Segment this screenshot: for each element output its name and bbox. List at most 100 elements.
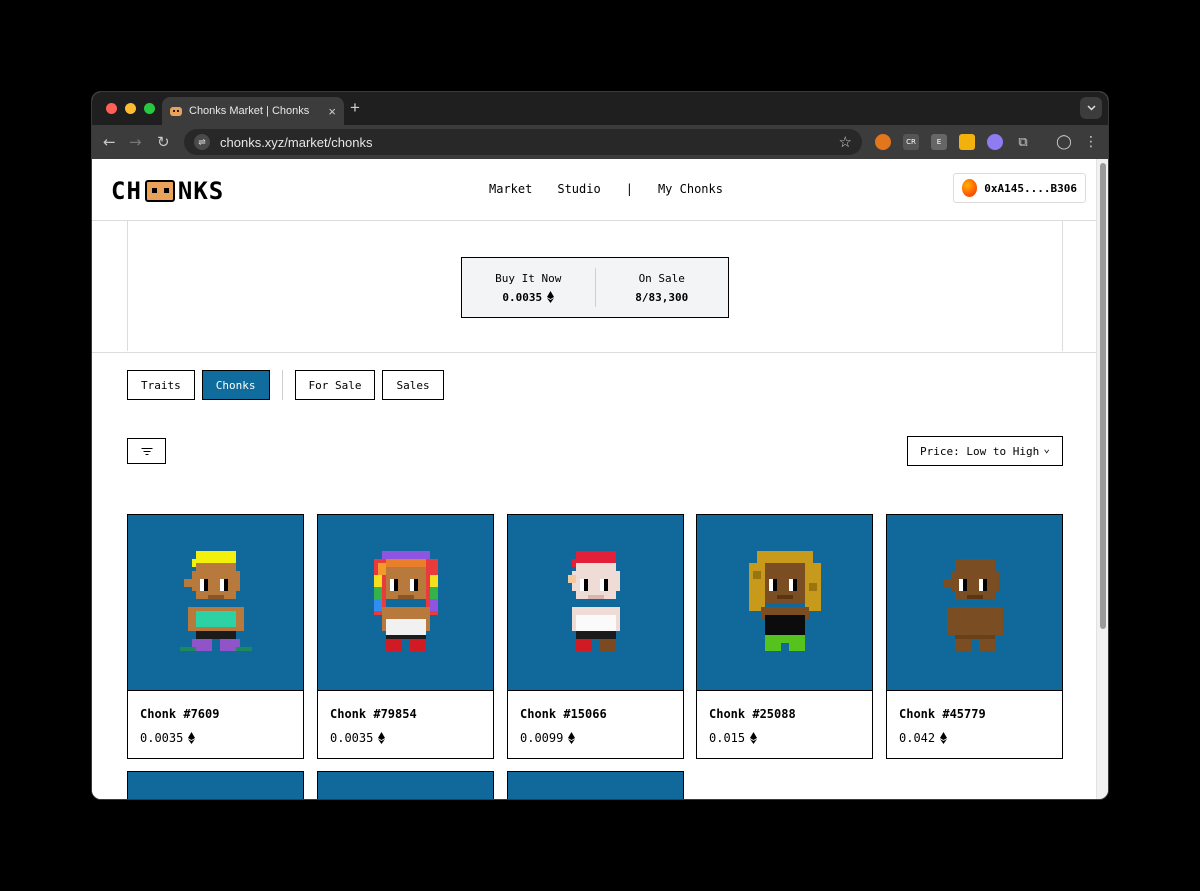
chonk-name: Chonk #15066 — [520, 707, 607, 721]
market-tabs: Traits Chonks For Sale Sales — [127, 370, 451, 400]
nav-separator: | — [625, 182, 633, 196]
buy-it-now-label: Buy It Now — [495, 271, 562, 285]
browser-window: Chonks Market | Chonks × + ← → ↻ ⇌ chonk… — [91, 91, 1109, 800]
chonk-image — [318, 515, 493, 691]
forward-icon[interactable]: → — [129, 132, 142, 152]
cr-extension-icon[interactable]: CR — [903, 134, 919, 150]
chonk-image — [128, 772, 303, 799]
chonk-face-icon — [144, 180, 175, 202]
chonk-price: 0.0035 — [330, 731, 386, 745]
chonk-card[interactable]: Chonk #15066 0.0099 — [507, 514, 684, 759]
url-text[interactable]: chonks.xyz/market/chonks — [220, 135, 839, 150]
chonk-price: 0.0099 — [520, 731, 576, 745]
chonk-card[interactable]: Chonk #79854 0.0035 — [317, 514, 494, 759]
on-sale-stat: On Sale 8/83,300 — [596, 258, 729, 317]
extensions-puzzle-icon[interactable]: ⧉ — [1015, 134, 1031, 150]
eth-icon — [568, 732, 576, 744]
chonk-favicon-icon — [170, 106, 182, 116]
chonk-name: Chonk #7609 — [140, 707, 220, 721]
profile-icon[interactable]: ◯ — [1056, 134, 1072, 150]
nav-my-chonks[interactable]: My Chonks — [658, 182, 723, 196]
reload-icon[interactable]: ↻ — [157, 132, 170, 152]
eth-icon — [750, 732, 758, 744]
close-window-button[interactable] — [106, 103, 117, 114]
main-nav: Market Studio | My Chonks — [489, 182, 723, 196]
chonk-image — [887, 515, 1062, 691]
key-extension-icon[interactable] — [959, 134, 975, 150]
chevron-down-icon — [1086, 105, 1096, 111]
tab-search-button[interactable] — [1080, 97, 1102, 119]
chonk-image — [318, 772, 493, 799]
chonk-card[interactable] — [507, 771, 684, 799]
eth-icon — [378, 732, 386, 744]
tab-sales[interactable]: Sales — [382, 370, 444, 400]
chonk-image — [128, 515, 303, 691]
eth-icon — [547, 291, 555, 303]
filter-icon — [141, 447, 152, 455]
chonk-7609-pixel-art — [180, 551, 252, 651]
maximize-window-button[interactable] — [144, 103, 155, 114]
chonk-45779-pixel-art — [943, 559, 1003, 651]
window-controls — [106, 103, 155, 114]
tab-strip: Chonks Market | Chonks × + — [92, 92, 1108, 125]
chonks-logo[interactable]: CH NKS — [111, 177, 224, 205]
bookmark-star-icon[interactable]: ☆ — [839, 133, 852, 151]
wallet-address: 0xA145....B306 — [984, 181, 1077, 195]
chonk-image — [697, 515, 872, 691]
chonk-card[interactable]: Chonk #45779 0.042 — [886, 514, 1063, 759]
tabs-separator — [281, 370, 283, 400]
site-header: CH NKS Market Studio | My Chonks 0xA145.… — [92, 159, 1098, 221]
more-menu-icon[interactable]: ⋮ — [1083, 134, 1099, 150]
sort-label: Price: Low to High — [920, 444, 1040, 458]
page-viewport: CH NKS Market Studio | My Chonks 0xA145.… — [92, 159, 1098, 799]
on-sale-label: On Sale — [638, 271, 685, 285]
hero-divider — [92, 352, 1098, 353]
chonk-79854-pixel-art — [374, 551, 438, 651]
market-hero: Buy It Now 0.0035 On Sale 8/83,300 — [127, 221, 1063, 351]
tab-chonks[interactable]: Chonks — [201, 370, 270, 400]
tab-for-sale[interactable]: For Sale — [294, 370, 376, 400]
ghost-extension-icon[interactable] — [987, 134, 1003, 150]
address-bar[interactable]: ⇌ chonks.xyz/market/chonks ☆ — [184, 129, 862, 155]
chonk-card[interactable] — [127, 771, 304, 799]
chonk-name: Chonk #79854 — [330, 707, 417, 721]
chonk-image — [508, 515, 683, 691]
back-icon[interactable]: ← — [103, 132, 116, 152]
chonk-card[interactable]: Chonk #7609 0.0035 — [127, 514, 304, 759]
chonk-name: Chonk #25088 — [709, 707, 796, 721]
sort-select[interactable]: Price: Low to High ⌄ — [907, 436, 1063, 466]
chonk-image — [508, 772, 683, 799]
wallet-avatar — [962, 179, 978, 197]
browser-tab[interactable]: Chonks Market | Chonks × — [162, 97, 344, 125]
nav-studio[interactable]: Studio — [557, 182, 600, 196]
chevron-down-icon: ⌄ — [1043, 441, 1050, 455]
filter-button[interactable] — [127, 438, 166, 464]
chonk-price: 0.015 — [709, 731, 758, 745]
page-scrollbar[interactable] — [1096, 159, 1108, 799]
tab-traits[interactable]: Traits — [127, 370, 195, 400]
buy-it-now-stat: Buy It Now 0.0035 — [462, 258, 595, 317]
scrollbar-thumb[interactable] — [1100, 163, 1106, 629]
market-stats: Buy It Now 0.0035 On Sale 8/83,300 — [461, 257, 729, 318]
new-tab-button[interactable]: + — [350, 98, 360, 118]
site-info-icon[interactable]: ⇌ — [194, 134, 210, 150]
on-sale-value: 8/83,300 — [635, 290, 689, 304]
eth-icon — [188, 732, 196, 744]
buy-it-now-value: 0.0035 — [502, 290, 543, 304]
e-extension-icon[interactable]: E — [931, 134, 947, 150]
tab-title: Chonks Market | Chonks — [189, 105, 310, 117]
chonk-price: 0.0035 — [140, 731, 196, 745]
chonk-15066-pixel-art — [568, 551, 620, 651]
minimize-window-button[interactable] — [125, 103, 136, 114]
browser-toolbar: ← → ↻ ⇌ chonks.xyz/market/chonks ☆ CR E … — [92, 125, 1108, 159]
chonk-card[interactable]: Chonk #25088 0.015 — [696, 514, 873, 759]
chonk-card[interactable] — [317, 771, 494, 799]
nav-market[interactable]: Market — [489, 182, 532, 196]
tab-close-icon[interactable]: × — [328, 104, 336, 119]
chonk-price: 0.042 — [899, 731, 948, 745]
chonk-25088-pixel-art — [749, 551, 821, 651]
chonk-name: Chonk #45779 — [899, 707, 986, 721]
wallet-button[interactable]: 0xA145....B306 — [953, 173, 1086, 203]
metamask-extension-icon[interactable] — [875, 134, 891, 150]
eth-icon — [940, 732, 948, 744]
